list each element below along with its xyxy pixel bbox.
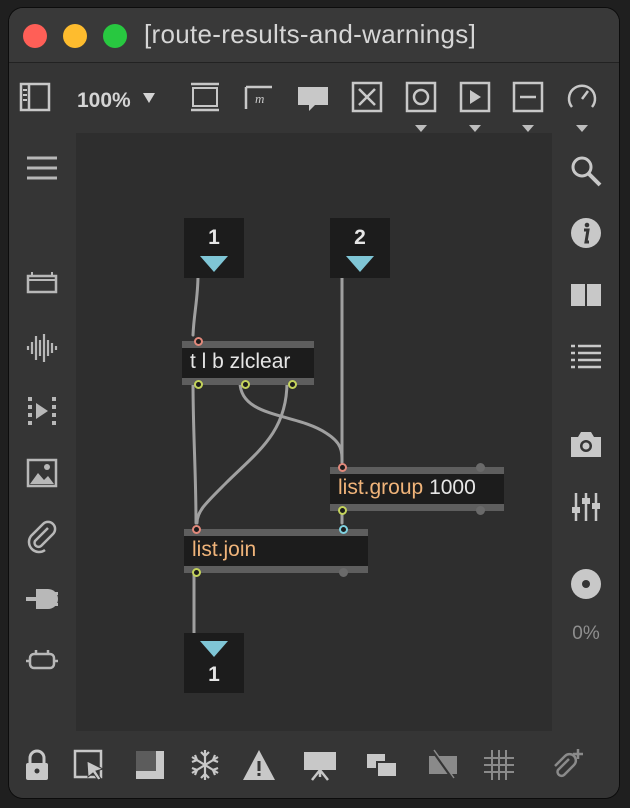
patcher-canvas[interactable]: 1 2 t l b zlclear list.group 1000 list.j… <box>76 133 552 731</box>
presentation-icon[interactable] <box>130 745 170 785</box>
object-name: list.join <box>192 538 257 561</box>
menu-icon[interactable] <box>22 148 62 188</box>
chevron-down-icon[interactable] <box>143 93 155 103</box>
title-bar: [route-results-and-warnings] <box>9 8 619 63</box>
paperclip-icon[interactable] <box>22 517 62 557</box>
left-sidebar <box>9 131 75 731</box>
object-inlet[interactable] <box>339 525 348 534</box>
info-icon[interactable] <box>566 213 606 253</box>
object-text: list.group 1000 <box>338 476 476 500</box>
outlet-number: 1 <box>208 663 220 686</box>
device-icon[interactable] <box>22 264 62 304</box>
object-outlet[interactable] <box>241 380 250 389</box>
inlet-object-1[interactable]: 1 <box>184 218 244 278</box>
close-window-button[interactable] <box>23 24 47 48</box>
projector-icon[interactable] <box>300 745 340 785</box>
cpu-usage-label: 0% <box>572 623 600 644</box>
inlet-triangle-icon <box>200 256 228 272</box>
object-outlet[interactable] <box>338 506 347 515</box>
object-inlet[interactable] <box>194 337 203 346</box>
zoom-level[interactable]: 100% <box>77 89 131 113</box>
list-group-object[interactable]: list.group 1000 <box>330 463 504 515</box>
hide-icon[interactable] <box>423 745 463 785</box>
inlet-object-2[interactable]: 2 <box>330 218 390 278</box>
object-inlet[interactable] <box>338 463 347 472</box>
search-icon[interactable] <box>566 151 606 191</box>
svg-text:m: m <box>255 91 264 106</box>
object-inlet[interactable] <box>192 525 201 534</box>
sidebar-toggle-icon[interactable] <box>15 77 55 117</box>
patch-cords <box>191 273 344 637</box>
right-sidebar: 0% <box>553 131 619 731</box>
grid-icon[interactable] <box>479 745 519 785</box>
presentation-frame-icon[interactable] <box>185 77 225 117</box>
object-outlet[interactable] <box>194 380 203 389</box>
inlet-triangle-icon <box>346 256 374 272</box>
comment-box-icon[interactable]: m <box>240 77 280 117</box>
image-icon[interactable] <box>22 453 62 493</box>
speech-bubble-icon[interactable] <box>293 77 333 117</box>
layer-icon[interactable] <box>362 745 402 785</box>
trigger-object[interactable]: t l b zlclear <box>182 337 314 389</box>
select-arrow-icon[interactable] <box>69 745 109 785</box>
object-inlet[interactable] <box>476 463 485 472</box>
patch-cord[interactable] <box>191 380 198 525</box>
audio-waveform-icon[interactable] <box>22 328 62 368</box>
object-outlet[interactable] <box>288 380 297 389</box>
outlet-triangle-icon <box>200 641 228 657</box>
object-outlet[interactable] <box>476 506 485 515</box>
object-outlet[interactable] <box>192 568 201 577</box>
patcher-window: [route-results-and-warnings] 100% m 0% 1… <box>9 8 619 798</box>
mixer-icon[interactable] <box>566 487 606 527</box>
button-icon[interactable] <box>401 77 441 117</box>
zoom-window-button[interactable] <box>103 24 127 48</box>
play-toggle-icon[interactable] <box>455 77 495 117</box>
close-box-icon[interactable] <box>347 77 387 117</box>
window-title: [route-results-and-warnings] <box>144 19 477 49</box>
outlet-object-1[interactable]: 1 <box>184 633 244 693</box>
object-argument: 1000 <box>429 476 476 499</box>
video-clip-icon[interactable] <box>22 390 62 430</box>
freeze-icon[interactable] <box>185 745 225 785</box>
slider-icon[interactable] <box>508 77 548 117</box>
inlet-number: 2 <box>354 226 366 249</box>
chevron-down-icon[interactable] <box>522 125 534 132</box>
bottom-toolbar <box>9 733 619 798</box>
lock-icon[interactable] <box>17 745 57 785</box>
dial-icon[interactable] <box>562 77 602 117</box>
chevron-down-icon[interactable] <box>469 125 481 132</box>
attach-icon[interactable] <box>547 745 587 785</box>
object-outlet[interactable] <box>339 568 348 577</box>
chevron-down-icon[interactable] <box>415 125 427 132</box>
warning-icon[interactable] <box>239 745 279 785</box>
minimize-window-button[interactable] <box>63 24 87 48</box>
list-join-object[interactable]: list.join <box>184 525 368 577</box>
object-text: t l b zlclear <box>190 350 291 373</box>
list-icon[interactable] <box>566 337 606 377</box>
plug-icon[interactable] <box>22 579 62 619</box>
book-icon[interactable] <box>566 275 606 315</box>
object-name: list.group <box>338 476 424 499</box>
inlet-number: 1 <box>208 226 220 249</box>
patch-cord[interactable] <box>238 380 344 464</box>
top-toolbar: 100% m <box>9 63 619 132</box>
connector-icon[interactable] <box>22 641 62 681</box>
camera-icon[interactable] <box>566 424 606 464</box>
patch-cord[interactable] <box>191 273 200 337</box>
patch-cord[interactable] <box>195 380 289 525</box>
cd-icon[interactable] <box>566 564 606 604</box>
